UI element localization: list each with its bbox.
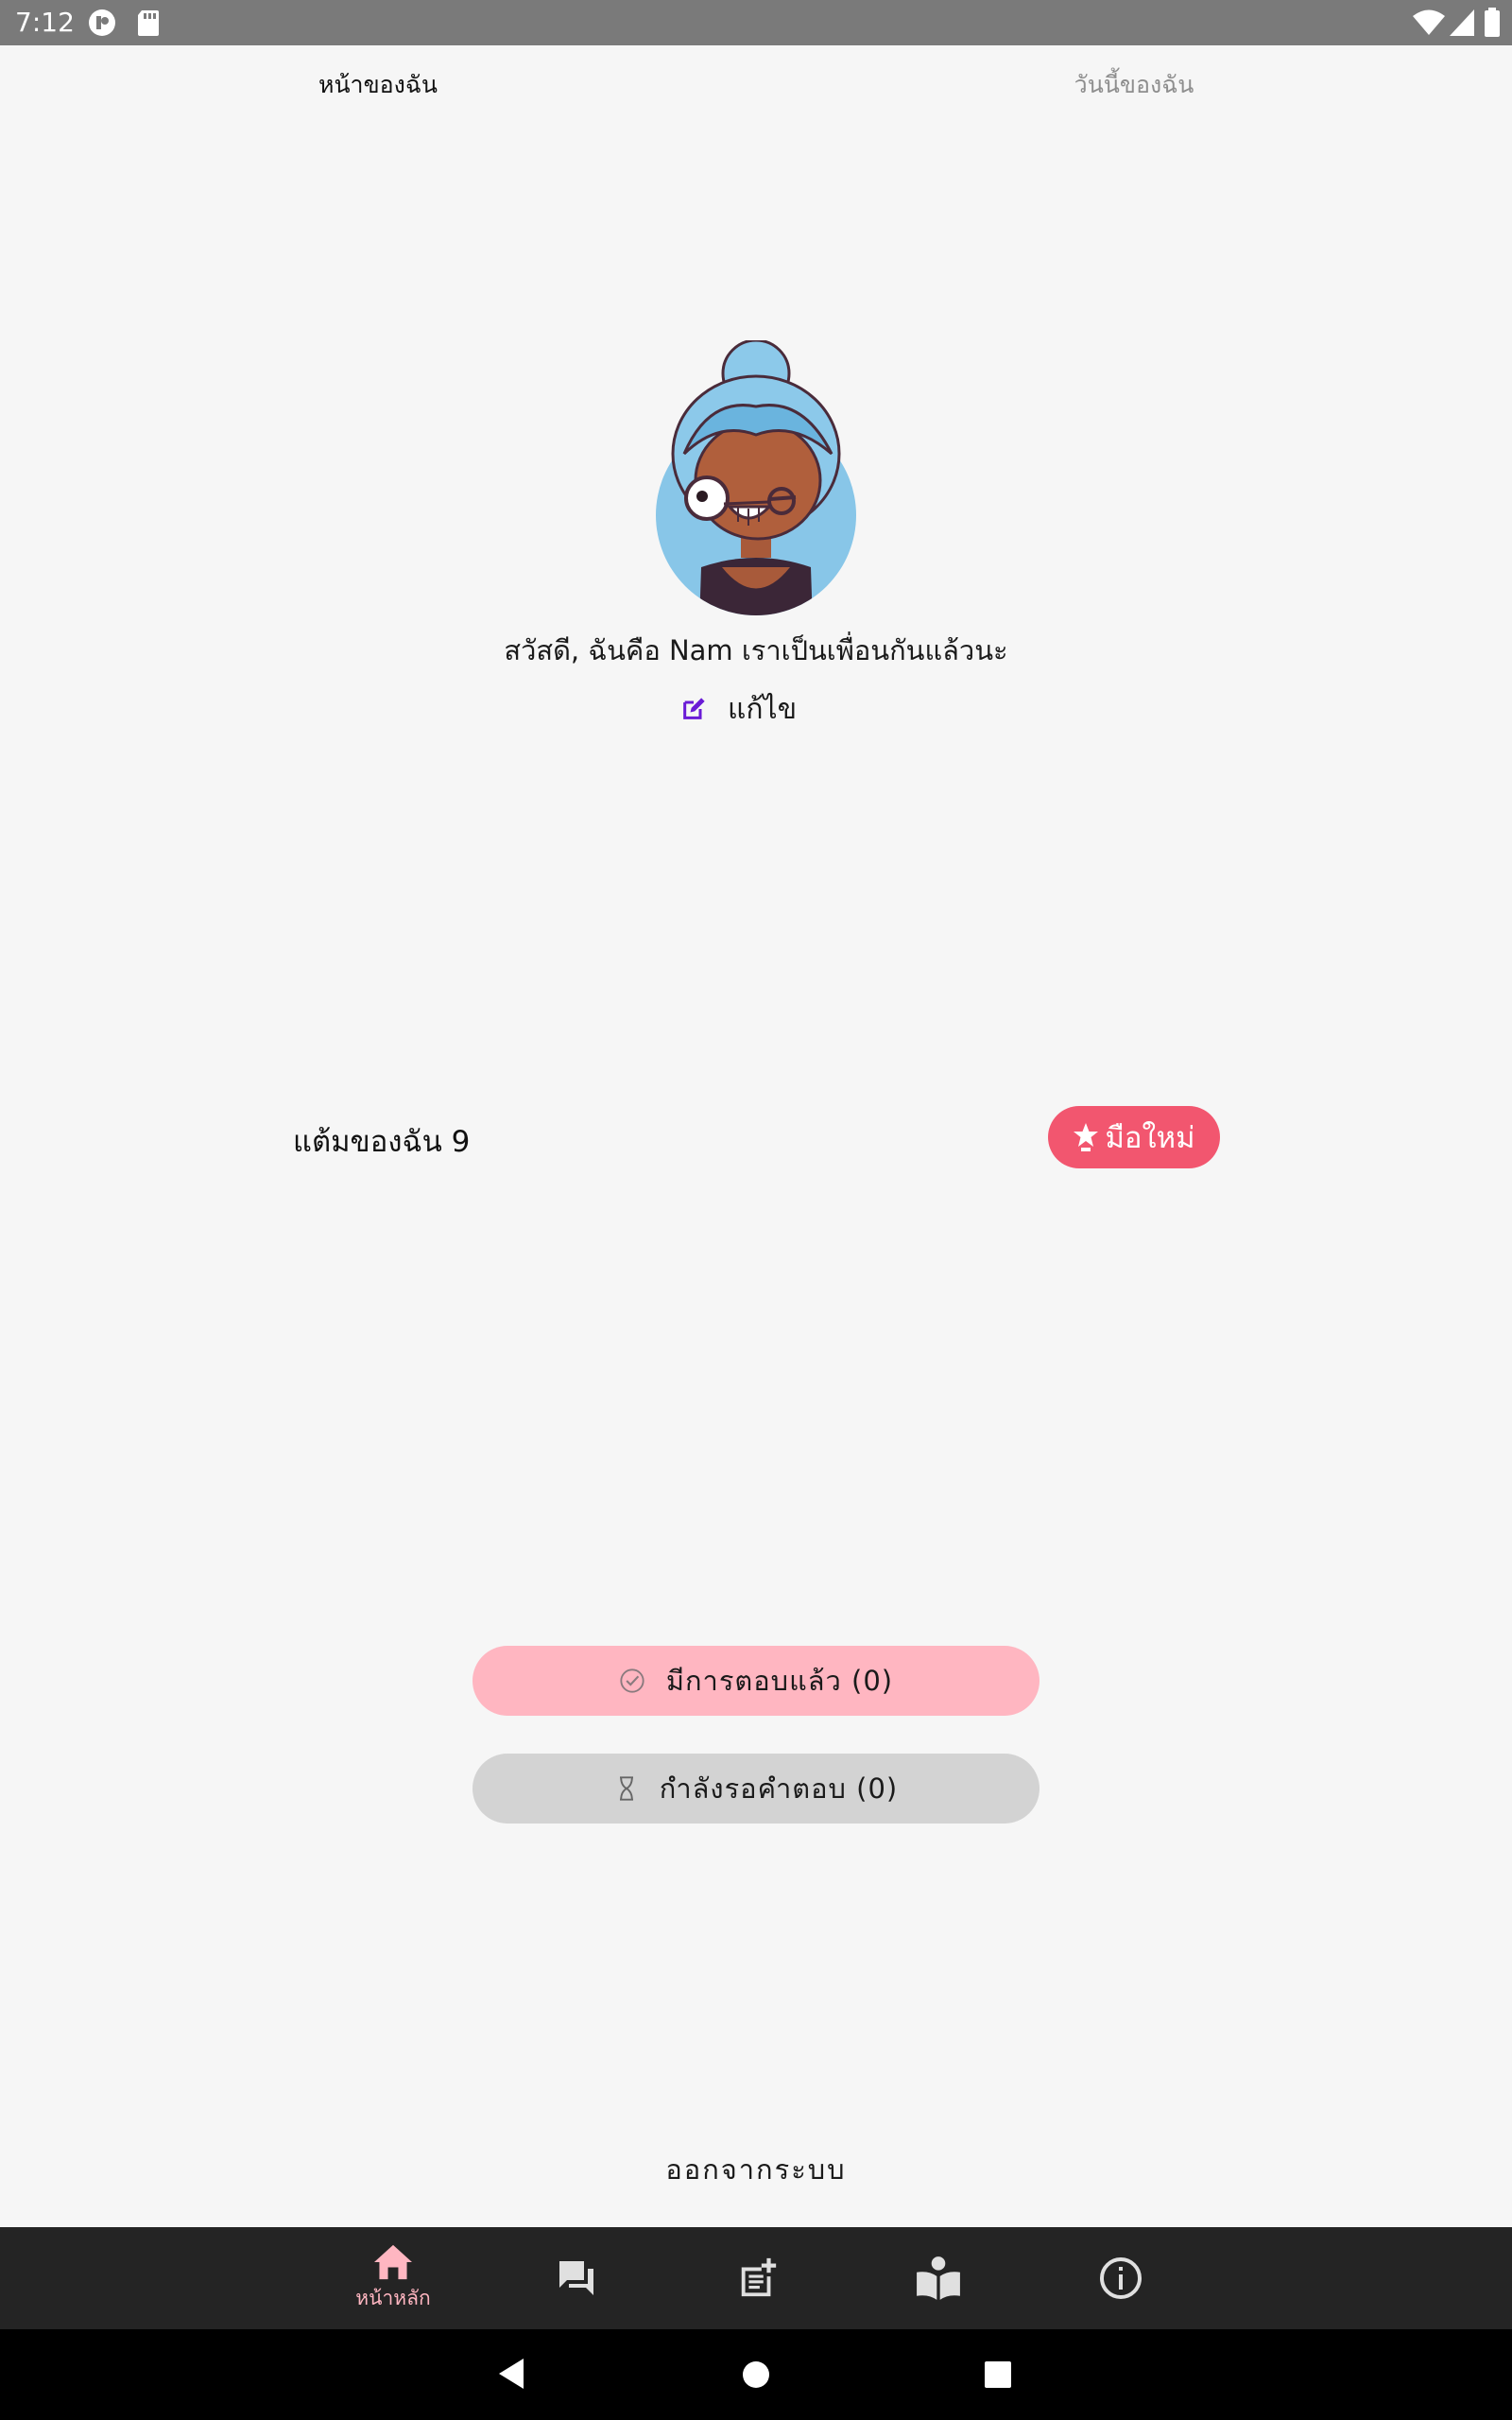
tab-my-page[interactable]: หน้าของฉัน: [236, 66, 520, 104]
answered-button[interactable]: มีการตอบแล้ว (0): [472, 1646, 1040, 1716]
logout-button[interactable]: ออกจากระบบ: [0, 2148, 1512, 2191]
bottom-nav: หน้าหลัก: [0, 2227, 1512, 2329]
home-circle-icon[interactable]: [742, 2360, 770, 2389]
answered-label: มีการตอบแล้ว (0): [665, 1665, 894, 1697]
check-circle-icon: [620, 1668, 644, 1693]
info-icon: [1100, 2257, 1142, 2299]
edit-icon: [683, 698, 705, 719]
edit-label: แก้ไข: [728, 692, 798, 726]
avatar: [656, 340, 856, 615]
waiting-button[interactable]: กำลังรอคำตอบ (0): [472, 1754, 1040, 1824]
sd-card-icon: [138, 10, 159, 36]
waiting-label: กำลังรอคำตอบ (0): [659, 1772, 899, 1805]
points-label: แต้มของฉัน 9: [293, 1125, 471, 1159]
app-notification-icon: [89, 9, 115, 36]
back-icon[interactable]: [497, 2358, 525, 2390]
rank-badge-label: มือใหม่: [1105, 1121, 1195, 1155]
read-icon: [917, 2256, 960, 2300]
nav-info[interactable]: [1064, 2227, 1177, 2329]
system-nav-bar: [0, 2329, 1512, 2420]
star-trophy-icon: [1074, 1123, 1099, 1151]
recents-icon[interactable]: [984, 2360, 1012, 2389]
rank-badge: มือใหม่: [1048, 1106, 1220, 1168]
chat-icon: [559, 2261, 593, 2295]
wifi-icon: [1413, 9, 1445, 35]
nav-home-label: หน้าหลัก: [355, 2286, 431, 2309]
nav-new-post[interactable]: [701, 2227, 815, 2329]
cell-signal-icon: [1450, 9, 1474, 36]
hourglass-icon: [619, 1776, 633, 1801]
edit-profile-button[interactable]: แก้ไข: [680, 688, 797, 730]
home-icon: [374, 2244, 412, 2279]
nav-home[interactable]: หน้าหลัก: [336, 2227, 450, 2329]
nav-read[interactable]: [882, 2227, 995, 2329]
status-time: 7:12: [15, 7, 75, 38]
status-bar: 7:12: [0, 0, 1512, 45]
battery-icon: [1485, 8, 1500, 37]
greeting-text: สวัสดี, ฉันคือ Nam เราเป็นเพื่อนกันแล้วน…: [504, 634, 1008, 666]
tab-my-today[interactable]: วันนี้ของฉัน: [992, 66, 1276, 104]
new-post-icon: [741, 2257, 777, 2297]
nav-chat[interactable]: [520, 2227, 633, 2329]
